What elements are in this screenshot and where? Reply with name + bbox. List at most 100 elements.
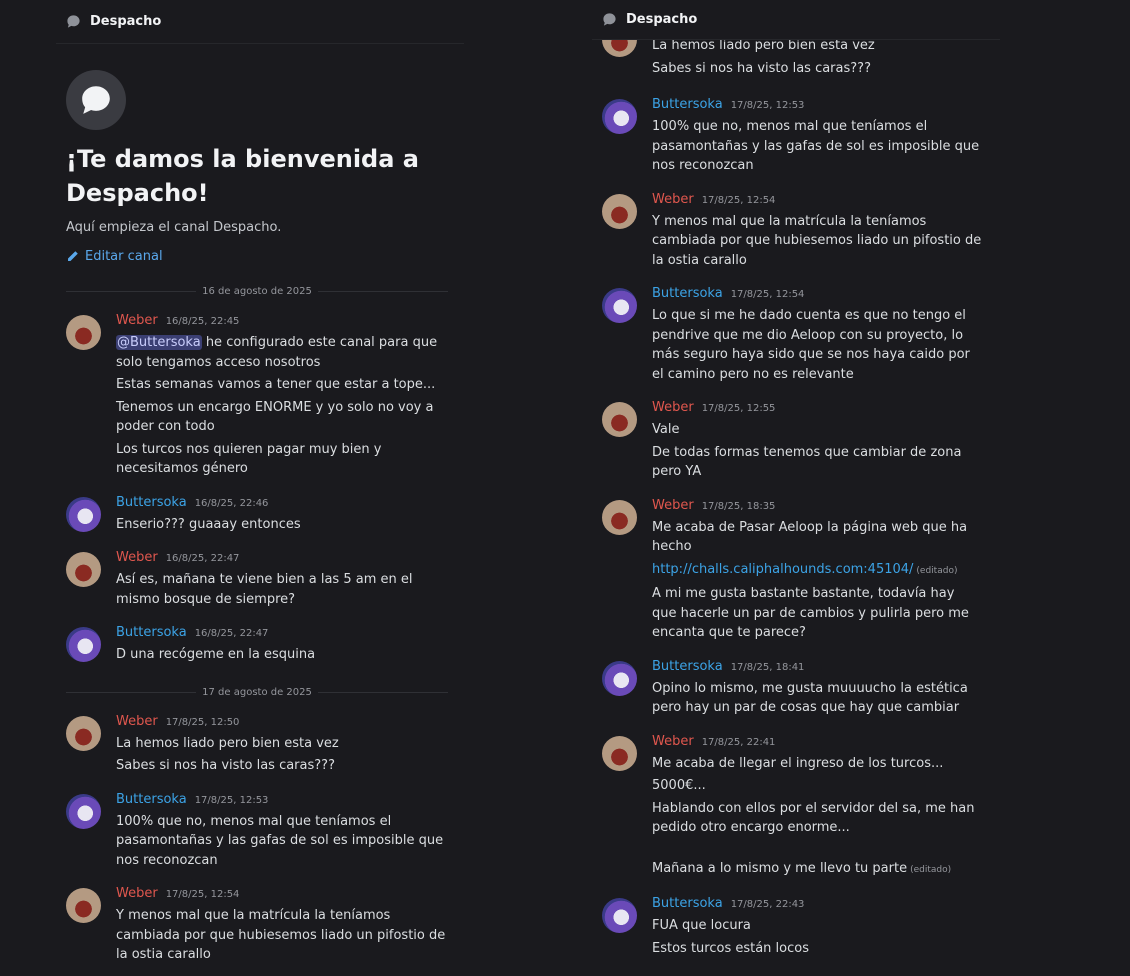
message-text: D una recógeme en la esquina: [116, 647, 316, 662]
message-text: Me acaba de llegar el ingreso de los tur…: [652, 755, 944, 771]
message[interactable]: Buttersoka 17/8/25, 22:43 FUA que locura …: [592, 896, 1000, 958]
author-name[interactable]: Buttersoka: [652, 97, 723, 112]
avatar[interactable]: [66, 793, 101, 829]
channel-welcome: ¡Te damos la bienvenida a Despacho! Aquí…: [56, 44, 464, 264]
timestamp: 17/8/25, 12:54: [701, 194, 776, 206]
chat-panel-left: Despacho ¡Te damos la bienvenida a Despa…: [56, 0, 464, 976]
message-text: Sabes si nos ha visto las caras???: [116, 758, 335, 773]
channel-title: Despacho: [626, 12, 698, 27]
message[interactable]: Buttersoka 16/8/25, 22:47 D una recógeme …: [56, 625, 464, 665]
author-name[interactable]: Buttersoka: [652, 659, 723, 674]
message-text: 100% que no, menos mal que teníamos el p…: [652, 119, 980, 173]
channel-icon: [66, 70, 126, 130]
avatar[interactable]: [602, 898, 637, 933]
avatar[interactable]: [66, 552, 101, 587]
author-name[interactable]: Weber: [652, 734, 694, 749]
message-text: Estos turcos están locos: [652, 940, 809, 956]
message-text: La hemos liado pero bien esta vez: [116, 735, 339, 751]
avatar[interactable]: [66, 496, 101, 532]
author-name[interactable]: Buttersoka: [652, 896, 723, 911]
author-name[interactable]: Weber: [116, 886, 158, 901]
message-text: Y menos mal que la matrícula la teníamos…: [652, 213, 982, 268]
message[interactable]: La hemos liado pero bien esta vez Sabes …: [592, 22, 1000, 78]
author-name[interactable]: Weber: [116, 313, 158, 328]
author-name[interactable]: Weber: [116, 714, 158, 729]
message[interactable]: Buttersoka 17/8/25, 12:54 Lo que si me he…: [592, 286, 1000, 384]
avatar[interactable]: [602, 499, 637, 535]
timestamp: 17/8/25, 12:53: [194, 794, 269, 806]
author-name[interactable]: Weber: [652, 498, 694, 513]
message[interactable]: Weber 17/8/25, 12:54 Y menos mal que la m…: [56, 886, 464, 965]
message-text: Mañana a lo mismo y me llevo tu parte (ed…: [652, 860, 952, 876]
message[interactable]: Buttersoka 17/8/25, 12:53 100% que no, me…: [56, 792, 464, 871]
chat-bubble-icon: [82, 86, 110, 114]
message[interactable]: Weber 17/8/25, 12:54 Y menos mal que la m…: [592, 192, 1000, 271]
message[interactable]: Buttersoka 17/8/25, 12:53 100% que no, me…: [592, 97, 1000, 176]
author-name[interactable]: Weber: [652, 192, 694, 207]
author-name[interactable]: Buttersoka: [116, 495, 187, 510]
author-name[interactable]: Weber: [116, 550, 158, 565]
message-text: Enserio??? guaaay entonces: [116, 516, 301, 532]
avatar[interactable]: [66, 627, 101, 662]
edit-channel-button[interactable]: Editar canal: [66, 249, 464, 264]
timestamp: 17/8/25, 12:55: [701, 403, 776, 414]
avatar[interactable]: [66, 315, 101, 350]
user-mention[interactable]: @Buttersoka: [116, 335, 202, 350]
message[interactable]: Weber 17/8/25, 22:41 Me acaba de llegar e…: [592, 734, 1000, 881]
welcome-title: ¡Te damos la bienvenida a Despacho!: [66, 145, 419, 207]
message-text: 100% que no, menos mal que teníamos el p…: [116, 813, 444, 868]
author-name[interactable]: Buttersoka: [116, 625, 187, 640]
message-text: Lo que si me he dado cuenta es que no te…: [652, 308, 970, 382]
avatar[interactable]: [66, 715, 101, 751]
author-name[interactable]: Buttersoka: [652, 286, 723, 301]
channel-header: Despacho: [56, 0, 464, 44]
message[interactable]: Buttersoka 16/8/25, 22:46 Enserio??? guaa…: [56, 495, 464, 535]
timestamp: 17/8/25, 12:50: [165, 716, 240, 728]
message[interactable]: Weber 17/8/25, 12:50 La hemos liado pero …: [56, 714, 464, 776]
timestamp: 16/8/25, 22:46: [194, 497, 269, 509]
message-text: 5000€...: [652, 778, 706, 793]
message[interactable]: Weber 17/8/25, 18:35 Me acaba de Pasar Ae…: [592, 498, 1000, 643]
message-text: Tenemos un encargo ENORME y yo solo no v…: [116, 399, 434, 435]
timestamp: 17/8/25, 22:43: [730, 899, 805, 910]
avatar[interactable]: [602, 660, 637, 696]
author-name[interactable]: Weber: [652, 400, 694, 415]
channel-header: Despacho: [592, 0, 1000, 40]
edited-tag: (editado): [910, 864, 952, 875]
message[interactable]: Buttersoka 17/8/25, 18:41 Opino lo mismo,…: [592, 659, 1000, 718]
avatar[interactable]: [66, 888, 101, 923]
message[interactable]: Weber 16/8/25, 22:47 Así es, mañana te vi…: [56, 550, 464, 609]
chat-bubble-icon: [603, 13, 616, 26]
timestamp: 17/8/25, 12:53: [730, 100, 805, 111]
timestamp: 16/8/25, 22:45: [165, 316, 240, 327]
message-list[interactable]: ¡Te damos la bienvenida a Despacho! Aquí…: [56, 44, 464, 976]
website-link[interactable]: http://challs.caliphalhounds.com:45104/: [652, 562, 913, 577]
message-list[interactable]: La hemos liado pero bien esta vez Sabes …: [592, 0, 1000, 976]
message-text: Opino lo mismo, me gusta muuuucho la est…: [652, 680, 968, 716]
message-text: Estas semanas vamos a tener que estar a …: [116, 377, 436, 392]
timestamp: 17/8/25, 12:54: [730, 289, 805, 300]
avatar[interactable]: [602, 735, 637, 771]
timestamp: 16/8/25, 22:47: [165, 553, 240, 564]
avatar[interactable]: [602, 288, 637, 323]
message-text: Y menos mal que la matrícula la teníamos…: [116, 908, 446, 962]
timestamp: 16/8/25, 22:47: [194, 628, 269, 639]
timestamp: 17/8/25, 12:54: [165, 889, 240, 900]
timestamp: 17/8/25, 18:41: [730, 661, 805, 673]
author-name[interactable]: Buttersoka: [116, 792, 187, 807]
avatar[interactable]: [602, 99, 637, 134]
avatar[interactable]: [602, 193, 637, 229]
message-text: Sabes si nos ha visto las caras???: [652, 60, 871, 76]
message[interactable]: Weber 17/8/25, 12:55 Vale De todas formas…: [592, 400, 1000, 482]
avatar[interactable]: [602, 402, 637, 437]
message[interactable]: Weber 16/8/25, 22:45 @Buttersoka he confi…: [56, 313, 464, 479]
chat-bubble-icon: [67, 15, 80, 28]
message-text: @Buttersoka he configurado este canal pa…: [116, 335, 438, 370]
edited-tag: (editado): [916, 565, 958, 576]
edit-channel-label: Editar canal: [85, 249, 163, 264]
channel-title: Despacho: [90, 14, 162, 29]
chat-panel-right: La hemos liado pero bien esta vez Sabes …: [592, 0, 1000, 976]
date-divider: 17 de agosto de 2025: [66, 687, 448, 698]
timestamp: 17/8/25, 18:35: [701, 500, 776, 512]
message-text: Vale: [652, 422, 680, 437]
